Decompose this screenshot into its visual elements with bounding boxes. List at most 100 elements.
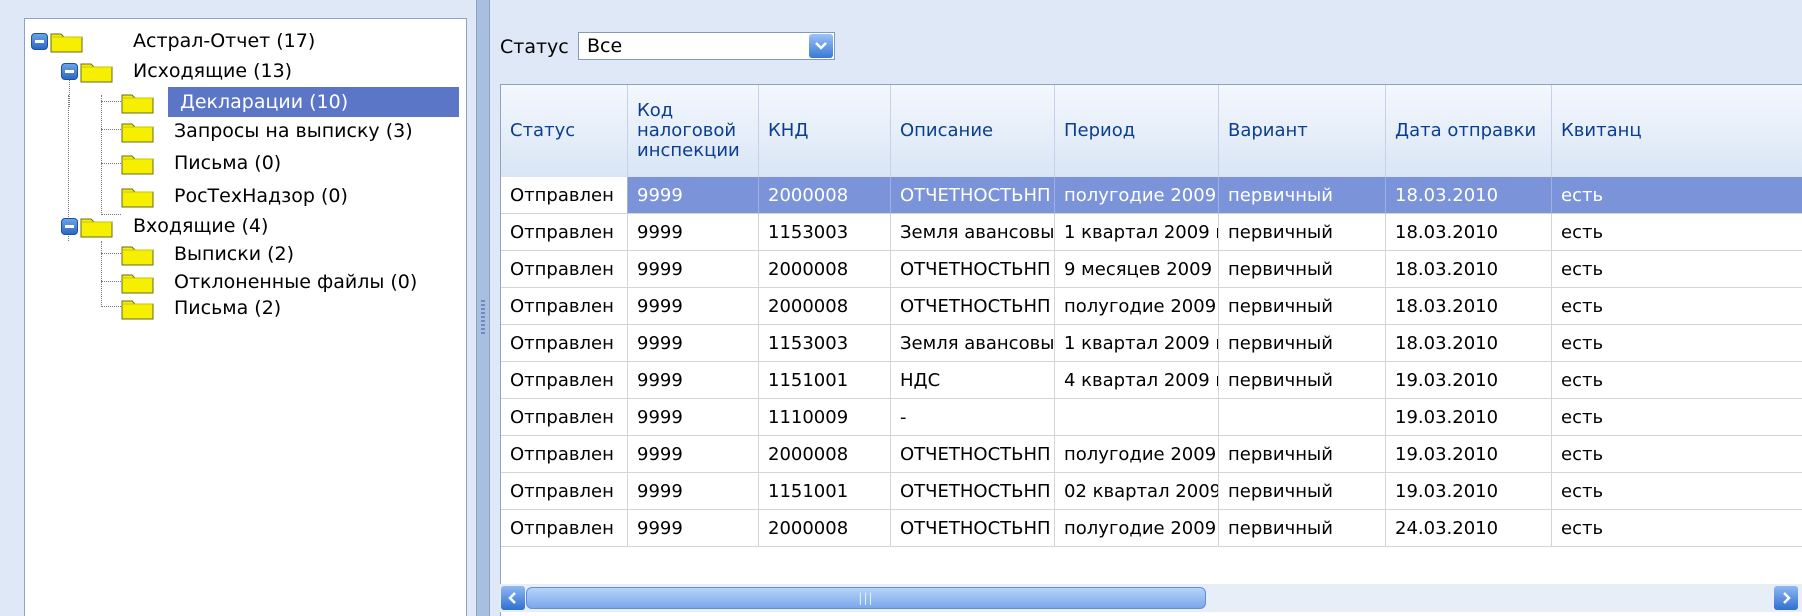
chevron-down-icon[interactable] — [809, 34, 833, 58]
cell-knd[interactable]: 1153003 — [759, 214, 891, 251]
tree-item-rostekhnadzor[interactable]: РосТехНадзор (0) — [121, 179, 354, 213]
cell-status[interactable]: Отправлен — [501, 288, 628, 325]
cell-variant[interactable]: первичный — [1219, 473, 1386, 510]
cell-send-date[interactable]: 19.03.2010 — [1386, 399, 1552, 436]
table-row[interactable]: Отправлен 9999 2000008 ОТЧЕТНОСТЬНП полугоди… — [501, 436, 1802, 473]
cell-variant[interactable]: первичный — [1219, 510, 1386, 547]
cell-receipt[interactable]: есть — [1552, 325, 1802, 362]
cell-send-date[interactable]: 18.03.2010 — [1386, 251, 1552, 288]
cell-period[interactable]: полугодие 2009 — [1055, 177, 1219, 214]
cell-tax-office-code[interactable]: 9999 — [628, 251, 759, 288]
column-header-receipt[interactable]: Квитанц — [1552, 85, 1802, 177]
status-filter-select[interactable]: Все — [578, 32, 835, 60]
scrollbar-thumb[interactable]: ||| — [526, 587, 1206, 609]
cell-tax-office-code[interactable]: 9999 — [628, 214, 759, 251]
cell-period[interactable]: полугодие 2009 — [1055, 436, 1219, 473]
cell-tax-office-code[interactable]: 9999 — [628, 473, 759, 510]
table-row[interactable]: Отправлен 9999 1153003 Земля авансовый 1 ква… — [501, 325, 1802, 362]
cell-send-date[interactable]: 18.03.2010 — [1386, 214, 1552, 251]
cell-tax-office-code[interactable]: 9999 — [628, 325, 759, 362]
tree-item-astral-report[interactable]: Астрал-Отчет (17) — [31, 24, 321, 58]
cell-tax-office-code[interactable]: 9999 — [628, 510, 759, 547]
cell-receipt[interactable]: есть — [1552, 473, 1802, 510]
cell-period[interactable] — [1055, 399, 1219, 436]
cell-variant[interactable]: первичный — [1219, 362, 1386, 399]
cell-status[interactable]: Отправлен — [501, 473, 628, 510]
cell-send-date[interactable]: 18.03.2010 — [1386, 177, 1552, 214]
cell-send-date[interactable]: 18.03.2010 — [1386, 325, 1552, 362]
cell-period[interactable]: 1 квартал 2009 г. — [1055, 325, 1219, 362]
cell-description[interactable]: ОТЧЕТНОСТЬНП — [891, 288, 1055, 325]
cell-knd[interactable]: 1110009 — [759, 399, 891, 436]
cell-status[interactable]: Отправлен — [501, 436, 628, 473]
cell-receipt[interactable]: есть — [1552, 177, 1802, 214]
cell-tax-office-code[interactable]: 9999 — [628, 288, 759, 325]
cell-period[interactable]: 02 квартал 2009 — [1055, 473, 1219, 510]
cell-status[interactable]: Отправлен — [501, 399, 628, 436]
cell-status[interactable]: Отправлен — [501, 325, 628, 362]
cell-variant[interactable]: первичный — [1219, 177, 1386, 214]
cell-tax-office-code[interactable]: 9999 — [628, 362, 759, 399]
cell-knd[interactable]: 2000008 — [759, 436, 891, 473]
table-row[interactable]: Отправлен 9999 2000008 ОТЧЕТНОСТЬНП полугоди… — [501, 177, 1802, 214]
cell-description[interactable]: ОТЧЕТНОСТЬНП — [891, 510, 1055, 547]
cell-status[interactable]: Отправлен — [501, 251, 628, 288]
collapse-icon[interactable] — [31, 32, 48, 50]
cell-description[interactable]: Земля авансовый — [891, 214, 1055, 251]
cell-send-date[interactable]: 19.03.2010 — [1386, 436, 1552, 473]
cell-receipt[interactable]: есть — [1552, 510, 1802, 547]
cell-tax-office-code[interactable]: 9999 — [628, 399, 759, 436]
cell-description[interactable]: ОТЧЕТНОСТЬНП — [891, 177, 1055, 214]
cell-period[interactable]: полугодие 2009 — [1055, 288, 1219, 325]
cell-knd[interactable]: 1151001 — [759, 362, 891, 399]
tree-item-letters-in[interactable]: Письма (2) — [121, 291, 287, 325]
column-header-variant[interactable]: Вариант — [1219, 85, 1386, 177]
cell-description[interactable]: - — [891, 399, 1055, 436]
cell-knd[interactable]: 2000008 — [759, 177, 891, 214]
tree-item-statement-requests[interactable]: Запросы на выписку (3) — [121, 114, 419, 148]
cell-send-date[interactable]: 24.03.2010 — [1386, 510, 1552, 547]
tree-item-outgoing[interactable]: Исходящие (13) — [61, 54, 298, 88]
cell-receipt[interactable]: есть — [1552, 362, 1802, 399]
table-row[interactable]: Отправлен 9999 2000008 ОТЧЕТНОСТЬНП полугоди… — [501, 288, 1802, 325]
horizontal-scrollbar[interactable]: ||| — [500, 584, 1802, 612]
column-header-send-date[interactable]: Дата отправки — [1386, 85, 1552, 177]
cell-knd[interactable]: 2000008 — [759, 510, 891, 547]
panel-splitter[interactable] — [476, 0, 490, 616]
cell-description[interactable]: НДС — [891, 362, 1055, 399]
scroll-left-icon[interactable] — [501, 586, 525, 610]
cell-knd[interactable]: 1151001 — [759, 473, 891, 510]
cell-variant[interactable]: первичный — [1219, 288, 1386, 325]
cell-knd[interactable]: 2000008 — [759, 288, 891, 325]
cell-receipt[interactable]: есть — [1552, 251, 1802, 288]
cell-receipt[interactable]: есть — [1552, 399, 1802, 436]
cell-receipt[interactable]: есть — [1552, 214, 1802, 251]
cell-status[interactable]: Отправлен — [501, 362, 628, 399]
collapse-icon[interactable] — [61, 62, 78, 80]
cell-description[interactable]: ОТЧЕТНОСТЬНП — [891, 473, 1055, 510]
tree-item-letters-out[interactable]: Письма (0) — [121, 146, 287, 180]
column-header-knd[interactable]: КНД — [759, 85, 891, 177]
cell-variant[interactable]: первичный — [1219, 436, 1386, 473]
cell-variant[interactable]: первичный — [1219, 251, 1386, 288]
cell-description[interactable]: ОТЧЕТНОСТЬНП — [891, 436, 1055, 473]
cell-tax-office-code[interactable]: 9999 — [628, 177, 759, 214]
cell-knd[interactable]: 1153003 — [759, 325, 891, 362]
table-row[interactable]: Отправлен 9999 1110009- 19.03.2010 есть — [501, 399, 1802, 436]
folder-tree[interactable]: Астрал-Отчет (17) Исходящие (13) Деклара… — [24, 18, 467, 616]
table-row[interactable]: Отправлен 9999 1151001 НДС 4 квартал 2009 г.… — [501, 362, 1802, 399]
cell-variant[interactable] — [1219, 399, 1386, 436]
cell-tax-office-code[interactable]: 9999 — [628, 436, 759, 473]
cell-status[interactable]: Отправлен — [501, 177, 628, 214]
cell-description[interactable]: ОТЧЕТНОСТЬНП — [891, 251, 1055, 288]
column-header-tax-office-code[interactable]: Код налоговой инспекции — [628, 85, 759, 177]
table-row[interactable]: Отправлен 9999 2000008 ОТЧЕТНОСТЬНП полугоди… — [501, 510, 1802, 547]
cell-period[interactable]: полугодие 2009 — [1055, 510, 1219, 547]
cell-status[interactable]: Отправлен — [501, 214, 628, 251]
cell-period[interactable]: 1 квартал 2009 г. — [1055, 214, 1219, 251]
cell-knd[interactable]: 2000008 — [759, 251, 891, 288]
cell-receipt[interactable]: есть — [1552, 288, 1802, 325]
table-row[interactable]: Отправлен 9999 2000008 ОТЧЕТНОСТЬНП 9 месяце… — [501, 251, 1802, 288]
documents-table[interactable]: Статус Код налоговой инспекции КНД Описа… — [500, 84, 1802, 616]
cell-variant[interactable]: первичный — [1219, 214, 1386, 251]
